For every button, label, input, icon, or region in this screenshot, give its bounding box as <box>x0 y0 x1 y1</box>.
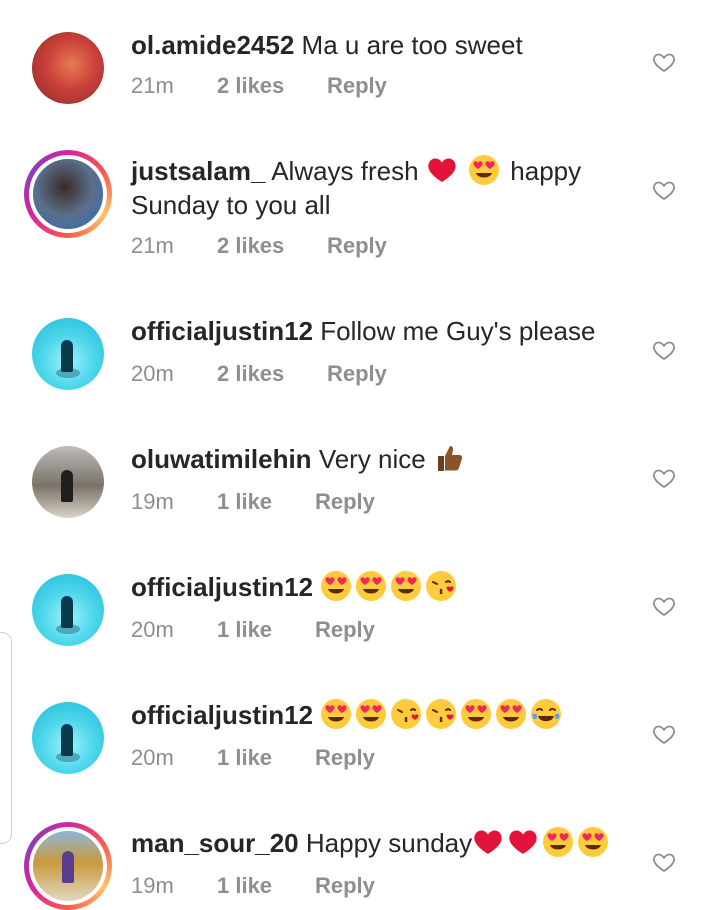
comment-body: Ma u are too sweet <box>301 30 523 60</box>
reply-button[interactable]: Reply <box>327 72 387 100</box>
likes-count[interactable]: 1 like <box>217 616 272 644</box>
comment-body: Always fresh <box>271 156 419 186</box>
avatar[interactable] <box>32 702 104 774</box>
heart-outline-icon[interactable] <box>652 850 676 874</box>
username[interactable]: ol.amide2452 <box>131 30 294 60</box>
comment-time: 20m <box>131 361 174 386</box>
heart-outline-icon[interactable] <box>652 594 676 618</box>
heart-outline-icon[interactable] <box>652 338 676 362</box>
avatar-image <box>32 574 104 646</box>
red-heart-emoji <box>474 830 502 854</box>
likes-count[interactable]: 2 likes <box>217 360 284 388</box>
username[interactable]: man_sour_20 <box>131 828 299 858</box>
thumbs-up-emoji <box>438 446 463 471</box>
heart-eyes-emoji <box>356 571 387 601</box>
kissing-face-emoji <box>426 571 457 601</box>
comment-text: justsalam_ Always fresh happy Sunday to … <box>131 154 651 222</box>
comment-body: Happy sunday <box>305 828 473 858</box>
heart-eyes-emoji <box>391 571 422 601</box>
reply-button[interactable]: Reply <box>327 232 387 260</box>
reply-button[interactable]: Reply <box>315 872 375 900</box>
heart-eyes-emoji <box>321 699 352 729</box>
avatar[interactable] <box>32 574 104 646</box>
comment-time: 21m <box>131 73 174 98</box>
avatar[interactable] <box>32 318 104 390</box>
heart-outline-icon[interactable] <box>652 466 676 490</box>
comment-body: Very nice <box>318 444 426 474</box>
avatar-image <box>32 318 104 390</box>
avatar-image <box>29 827 107 905</box>
reply-button[interactable]: Reply <box>315 488 375 516</box>
comment-time: 20m <box>131 617 174 642</box>
heart-eyes-emoji <box>543 827 574 857</box>
comment-body: Follow me Guy's please <box>320 316 596 346</box>
likes-count[interactable]: 1 like <box>217 744 272 772</box>
heart-eyes-emoji <box>469 155 500 185</box>
heart-eyes-emoji <box>321 571 352 601</box>
comment-text: officialjustin12 <box>131 698 651 732</box>
avatar-image <box>32 702 104 774</box>
avatar-image <box>32 32 104 104</box>
comment-text: ol.amide2452 Ma u are too sweet <box>131 28 651 62</box>
red-heart-emoji <box>428 158 456 182</box>
red-heart-emoji <box>509 830 537 854</box>
avatar-story-ring[interactable] <box>24 822 112 910</box>
avatar-image <box>32 446 104 518</box>
comment-time: 20m <box>131 745 174 770</box>
username[interactable]: officialjustin12 <box>131 572 313 602</box>
heart-eyes-emoji <box>496 699 527 729</box>
comment-text: oluwatimilehin Very nice <box>131 442 651 476</box>
username[interactable]: oluwatimilehin <box>131 444 312 474</box>
comment-body: happy <box>510 156 582 186</box>
heart-eyes-emoji <box>461 699 492 729</box>
comment-body: Sunday to you all <box>131 190 331 220</box>
comment-time: 19m <box>131 489 174 514</box>
heart-eyes-emoji <box>356 699 387 729</box>
avatar-story-ring[interactable] <box>24 150 112 238</box>
username[interactable]: officialjustin12 <box>131 700 313 730</box>
likes-count[interactable]: 1 like <box>217 488 272 516</box>
kissing-face-emoji <box>391 699 422 729</box>
reply-button[interactable]: Reply <box>327 360 387 388</box>
kissing-face-emoji <box>426 699 457 729</box>
avatar[interactable] <box>32 446 104 518</box>
avatar[interactable] <box>32 32 104 104</box>
reply-button[interactable]: Reply <box>315 744 375 772</box>
reply-button[interactable]: Reply <box>315 616 375 644</box>
username[interactable]: justsalam_ <box>131 156 265 186</box>
side-panel-edge <box>0 632 12 844</box>
likes-count[interactable]: 1 like <box>217 872 272 900</box>
avatar-image <box>29 155 107 233</box>
heart-outline-icon[interactable] <box>652 722 676 746</box>
heart-eyes-emoji <box>578 827 609 857</box>
username[interactable]: officialjustin12 <box>131 316 313 346</box>
tears-of-joy-emoji <box>531 699 562 729</box>
likes-count[interactable]: 2 likes <box>217 72 284 100</box>
comment-text: man_sour_20 Happy sunday <box>131 826 651 860</box>
comment-time: 19m <box>131 873 174 898</box>
heart-outline-icon[interactable] <box>652 50 676 74</box>
likes-count[interactable]: 2 likes <box>217 232 284 260</box>
heart-outline-icon[interactable] <box>652 178 676 202</box>
comment-text: officialjustin12 Follow me Guy's please <box>131 314 651 348</box>
comment-time: 21m <box>131 233 174 258</box>
comment-text: officialjustin12 <box>131 570 651 604</box>
